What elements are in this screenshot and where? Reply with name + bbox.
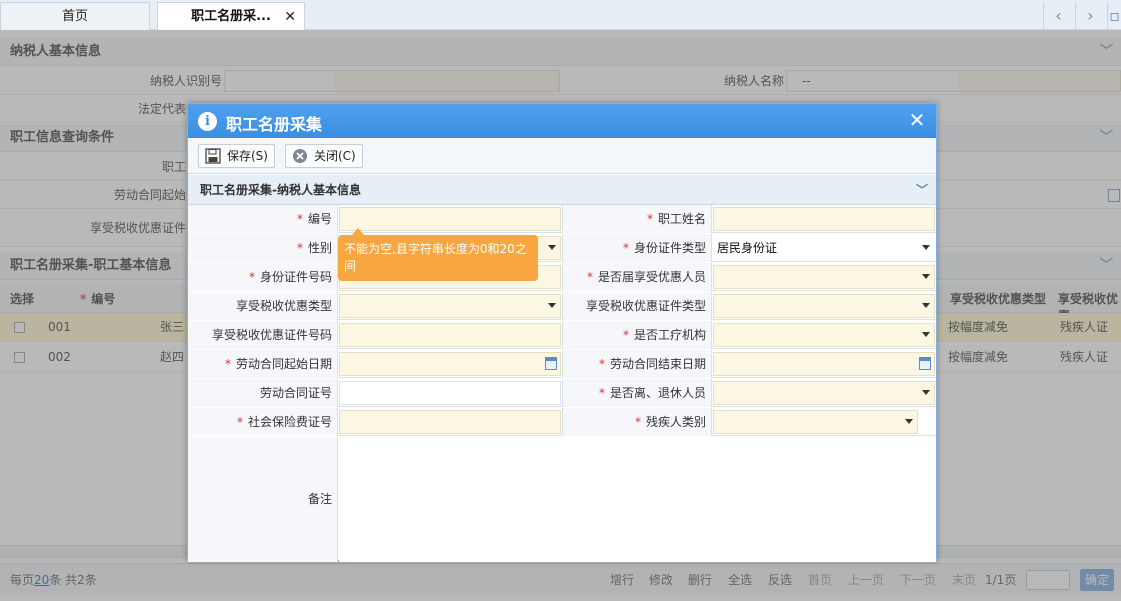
form-row: * 性别 * 身份证件类型 居民身份证 [188,234,936,262]
dropdown-arrow-icon [922,303,930,308]
form-row: 享受税收优惠类型 享受税收优惠证件类型 [188,292,936,320]
form-row: * 身份证件号码 * 是否届享受优惠人员 [188,263,936,291]
injury-org-label: * 是否工疗机构 [562,321,712,349]
chevron-right-icon[interactable]: › [1075,2,1105,29]
fresh-graduate-label: * 是否届享受优惠人员 [562,263,712,291]
dropdown-arrow-icon [922,274,930,279]
close-icon[interactable]: ✕ [284,3,296,31]
save-label: 保存(S) [227,149,268,163]
form-row: * 编号 * 职工姓名 [188,205,936,233]
contract-no-input[interactable] [339,381,561,405]
disability-label: * 残疾人类别 [562,408,712,436]
close-circle-icon [293,149,307,163]
id-type-label: * 身份证件类型 [562,234,712,262]
save-button[interactable]: 保存(S) [198,144,275,168]
pref-cert-no-label: 享受税收优惠证件号码 [188,321,338,349]
id-type-select[interactable]: 居民身份证 [713,236,935,260]
contract-start-label: * 劳动合同起始日期 [188,350,338,378]
tab-home[interactable]: 首页 [0,2,150,30]
employee-roster-dialog: i 职工名册采集 ✕ 保存(S) 关闭(C) 职工名册采集-纳税人基本信息 ﹀ … [187,103,937,562]
dropdown-arrow-icon [922,390,930,395]
close-icon[interactable]: ✕ [906,109,928,131]
employee-name-label: * 职工姓名 [562,205,712,233]
dropdown-arrow-icon [548,245,556,250]
code-input[interactable] [339,207,561,231]
id-type-value: 居民身份证 [717,241,778,255]
fresh-graduate-select[interactable] [713,265,935,289]
social-insurance-label: * 社会保险费证号 [188,408,338,436]
dialog-section-header: 职工名册采集-纳税人基本信息 ﹀ [188,175,936,205]
tab-label: 职工名册采... [191,9,271,24]
contract-start-date-input[interactable] [339,352,561,376]
info-icon: i [198,112,217,131]
calendar-icon[interactable] [545,357,557,370]
pref-type-select[interactable] [339,294,561,318]
chevron-left-icon[interactable]: ‹ [1043,2,1073,29]
tab-bar: 首页 职工名册采... ✕ ‹ › ▫ [0,0,1121,30]
dropdown-arrow-icon [905,419,913,424]
tab-employee-roster[interactable]: 职工名册采... ✕ [157,2,305,30]
form-row: 享受税收优惠证件号码 * 是否工疗机构 [188,321,936,349]
injury-org-select[interactable] [713,323,935,347]
contract-end-date-input[interactable] [713,352,935,376]
remark-label: 备注 [188,437,338,562]
dropdown-arrow-icon [922,332,930,337]
remark-textarea[interactable] [339,437,936,562]
contract-end-label: * 劳动合同结束日期 [562,350,712,378]
save-icon [205,148,221,164]
dropdown-arrow-icon [548,303,556,308]
retired-select[interactable] [713,381,935,405]
form-row-remark: 备注 [188,437,936,562]
dialog-titlebar: i 职工名册采集 ✕ [188,104,936,138]
validation-tooltip: 不能为空,且字符串长度为0和20之间 [338,228,538,281]
dialog-toolbar: 保存(S) 关闭(C) [188,138,936,174]
form-row: 劳动合同证号 * 是否离、退休人员 [188,379,936,407]
employee-name-input[interactable] [713,207,935,231]
disability-select[interactable] [713,410,918,434]
close-label: 关闭(C) [314,149,356,163]
code-label: * 编号 [188,205,338,233]
section-title: 职工名册采集-纳税人基本信息 [200,183,361,197]
chevron-down-icon[interactable]: ﹀ [916,175,928,205]
pref-cert-type-select[interactable] [713,294,935,318]
id-number-label: * 身份证件号码 [188,263,338,291]
pref-cert-type-label: 享受税收优惠证件类型 [562,292,712,320]
gender-label: * 性别 [188,234,338,262]
pref-type-label: 享受税收优惠类型 [188,292,338,320]
dialog-title: 职工名册采集 [226,115,323,134]
form-row: * 社会保险费证号 * 残疾人类别 [188,408,936,436]
contract-no-label: 劳动合同证号 [188,379,338,407]
dropdown-arrow-icon [922,245,930,250]
menu-icon[interactable]: ▫ [1107,2,1121,29]
calendar-icon[interactable] [919,357,931,370]
retired-label: * 是否离、退休人员 [562,379,712,407]
social-insurance-input[interactable] [339,410,561,434]
close-button[interactable]: 关闭(C) [285,144,363,168]
form-row: * 劳动合同起始日期 * 劳动合同结束日期 [188,350,936,378]
pref-cert-no-input[interactable] [339,323,561,347]
